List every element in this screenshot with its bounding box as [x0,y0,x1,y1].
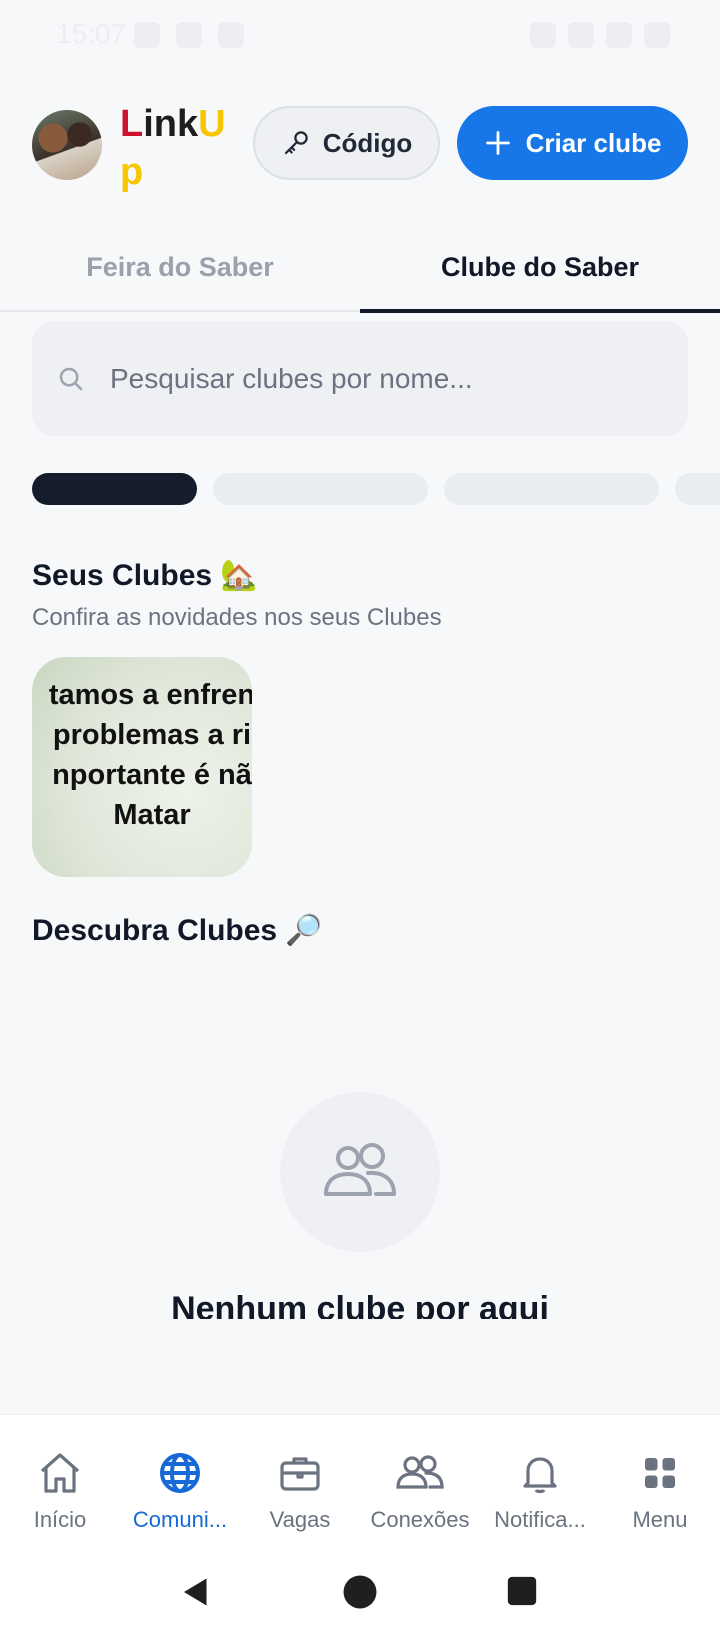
nav-label: Notifica... [494,1507,586,1532]
plus-icon [485,131,510,155]
club-card[interactable]: tamos a enfren problemas a ri nportante … [32,657,252,877]
people-icon [396,1455,444,1489]
globe-icon [160,1453,200,1493]
grid-icon [645,1458,675,1488]
app-icon [218,22,244,48]
logo-letters-ink: ink [143,103,199,145]
logo-letter-p: p [120,151,144,193]
logo-letter-l: L [120,103,144,145]
club-image-line: Matar [113,799,191,831]
category-chip-selected[interactable] [32,473,197,505]
briefcase-icon [280,1457,320,1491]
system-nav-bar [0,1544,720,1640]
tab-bar: Feira do Saber Clube do Saber [0,222,720,313]
avatar[interactable] [32,110,102,180]
nav-item-menu[interactable]: Menu [600,1415,720,1545]
nav-item-vagas[interactable]: Vagas [240,1415,360,1545]
club-image-line: nportante é nã [52,759,252,791]
code-button-label: Código [322,127,413,158]
back-icon[interactable] [178,1574,214,1610]
club-image-line: tamos a enfren [48,679,252,711]
status-bar: 15:07 [0,0,720,72]
nav-label: Conexões [370,1507,470,1532]
search-icon [59,367,83,390]
nav-item-comunidade[interactable]: Comuni... [120,1415,240,1545]
tab-clube-do-saber[interactable]: Clube do Saber [360,222,720,312]
your-clubs-subtitle: Confira as novidades nos seus Clubes [32,604,442,631]
people-icon [324,1143,396,1196]
status-time: 15:07 [56,18,127,49]
wifi-icon [568,22,594,48]
your-clubs-title: Seus Clubes 🏡 [32,559,258,592]
signal-icon [606,22,632,48]
category-chip[interactable] [675,473,720,505]
club-image-line: problemas a ri [52,719,252,751]
whatsapp-icon [134,22,160,48]
bottom-nav: Início Comuni... Vagas Conexões Notifica… [0,1414,720,1544]
search-input[interactable]: Pesquisar clubes por nome... [32,321,688,436]
app-logo: LinkU p [120,100,230,196]
gmail-icon [176,22,202,48]
tab-feira-do-saber[interactable]: Feira do Saber [0,222,360,312]
nav-item-inicio[interactable]: Início [0,1415,120,1545]
home-button-icon[interactable] [342,1574,378,1610]
club-image-text: tamos a enfren problemas a ri nportante … [32,675,252,835]
key-icon [284,131,308,155]
mute-icon [530,22,556,48]
search-placeholder: Pesquisar clubes por nome... [110,362,473,394]
nav-item-notificacoes[interactable]: Notifica... [480,1415,600,1545]
recents-icon[interactable] [505,1574,539,1608]
nav-label: Vagas [269,1507,331,1532]
create-club-button[interactable]: Criar clube [457,106,688,180]
empty-state-icon-wrap [280,1092,440,1252]
battery-icon [644,22,670,48]
create-club-label: Criar clube [525,127,662,158]
home-icon [40,1453,80,1493]
nav-item-conexoes[interactable]: Conexões [360,1415,480,1545]
category-chip[interactable] [213,473,428,505]
app-header: LinkU p Código Criar clube [0,72,720,212]
bell-icon [523,1457,557,1494]
notification-icons [134,22,244,48]
empty-state-text: Nenhum clube por aqui [171,1290,549,1319]
system-status-icons [530,22,670,48]
active-tab-indicator [360,309,720,313]
logo-letter-u: U [198,103,226,145]
nav-label: Início [33,1507,87,1532]
category-chips [32,473,720,507]
nav-label: Menu [632,1507,688,1532]
discover-clubs-title: Descubra Clubes 🔎 [32,914,323,947]
category-chip[interactable] [444,473,659,505]
nav-label: Comuni... [132,1507,228,1532]
code-button[interactable]: Código [253,106,440,180]
